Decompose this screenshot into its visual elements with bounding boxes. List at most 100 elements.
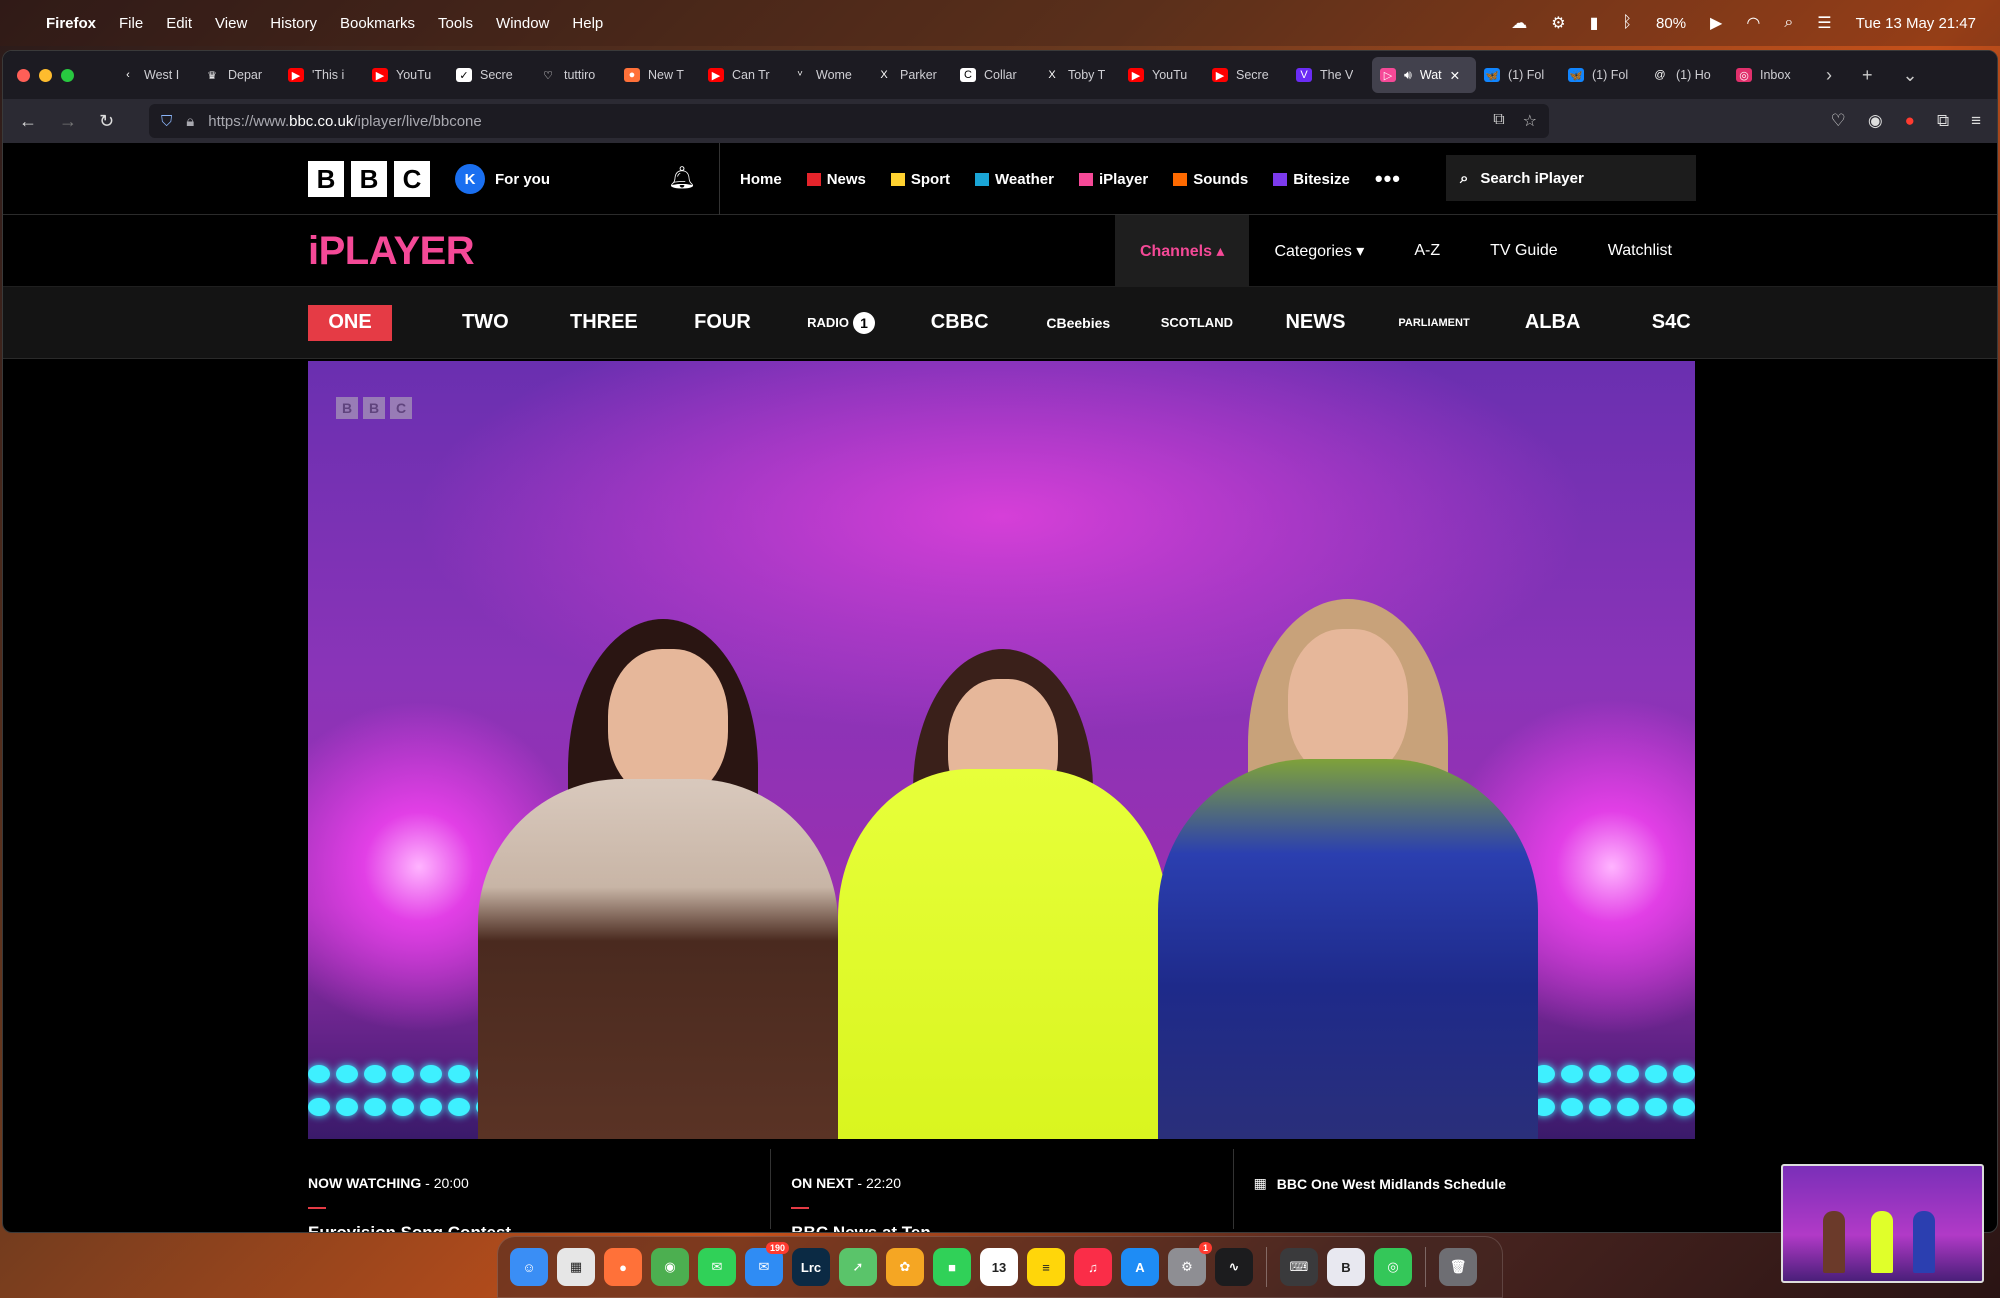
for-you-link[interactable]: K For you xyxy=(455,164,550,194)
menu-tv-guide[interactable]: TV Guide xyxy=(1465,215,1583,287)
browser-tab[interactable]: ✓ Secre xyxy=(448,57,532,93)
battery-percent[interactable]: 80% xyxy=(1656,15,1686,32)
account-icon[interactable]: ◉ xyxy=(1868,111,1883,131)
browser-tab[interactable]: X Toby T xyxy=(1036,57,1120,93)
dock-calendar-icon[interactable]: 13 xyxy=(980,1248,1018,1286)
monitor-icon[interactable]: ▮ xyxy=(1590,13,1599,33)
browser-tab[interactable]: ‹ West I xyxy=(112,57,196,93)
browser-tab[interactable]: ♡ tuttiro xyxy=(532,57,616,93)
menu-channels[interactable]: Channels ▴ xyxy=(1114,215,1250,287)
extensions-icon[interactable]: ⚙ xyxy=(1551,13,1565,33)
back-icon[interactable]: ← xyxy=(19,111,59,132)
dock-lightroom-icon[interactable]: Lrc xyxy=(792,1248,830,1286)
dock-system-settings-icon[interactable]: ⚙ 1 xyxy=(1168,1242,1212,1286)
channel-news[interactable]: NEWS xyxy=(1256,305,1375,341)
forward-icon[interactable]: → xyxy=(59,111,99,132)
channel-parliament[interactable]: PARLIAMENT xyxy=(1375,305,1494,341)
play-icon[interactable]: ▶ xyxy=(1710,13,1722,33)
menu-bookmarks[interactable]: Bookmarks xyxy=(340,15,415,32)
reload-icon[interactable]: ↻ xyxy=(99,111,139,132)
browser-tab[interactable]: @ (1) Ho xyxy=(1644,57,1728,93)
browser-tab[interactable]: ▷ 🔊︎ Wat ✕ xyxy=(1372,57,1476,93)
browser-tab[interactable]: ▶ YouTu xyxy=(1120,57,1204,93)
channel-one[interactable]: ONE xyxy=(308,304,392,341)
close-window-button[interactable] xyxy=(17,68,30,82)
bbc-nav-home[interactable]: Home xyxy=(740,171,782,188)
browser-tab[interactable]: ▶ YouTu xyxy=(364,57,448,93)
iplayer-logo[interactable]: iPLAYER xyxy=(308,229,475,274)
channel-cbbc[interactable]: CBBC xyxy=(900,305,1019,341)
extensions-icon[interactable]: ⧉ xyxy=(1937,111,1949,131)
menu-categories[interactable]: Categories ▾ xyxy=(1249,215,1389,287)
bbc-nav-sounds[interactable]: Sounds xyxy=(1173,171,1248,188)
pocket-icon[interactable]: ♡ xyxy=(1831,111,1846,131)
dock-firefox-icon[interactable]: ● xyxy=(604,1248,642,1286)
zoom-window-button[interactable] xyxy=(61,68,74,82)
menu-edit[interactable]: Edit xyxy=(166,15,192,32)
live-video-player[interactable]: B B C xyxy=(308,361,1695,1139)
picture-in-picture-icon[interactable]: ⧉ xyxy=(1493,111,1504,131)
browser-tab[interactable]: ⱽ Wome xyxy=(784,57,868,93)
browser-tab[interactable]: ◎ Inbox xyxy=(1728,57,1812,93)
url-bar[interactable]: ⛉ 🔒︎ https://www.bbc.co.uk/iplayer/live/… xyxy=(149,104,1549,138)
control-center-icon[interactable]: ☰ xyxy=(1817,13,1831,33)
extension-badge-icon[interactable]: ● xyxy=(1905,111,1915,131)
channel-alba[interactable]: ALBA xyxy=(1493,305,1612,341)
bbc-nav-sport[interactable]: Sport xyxy=(890,171,950,188)
bookmark-star-icon[interactable]: ☆ xyxy=(1523,111,1537,131)
scroll-tabs-right-icon[interactable]: › xyxy=(1826,65,1832,86)
channel-radio-1[interactable]: RADIO 1 xyxy=(782,305,901,341)
menu-window[interactable]: Window xyxy=(496,15,549,32)
menu-watchlist[interactable]: Watchlist xyxy=(1583,215,1697,287)
channel-three[interactable]: THREE xyxy=(545,305,664,341)
bbc-nav-news[interactable]: News xyxy=(806,171,866,188)
browser-tab[interactable]: 🦋 (1) Fol xyxy=(1476,57,1560,93)
url-text[interactable]: https://www.bbc.co.uk/iplayer/live/bbcon… xyxy=(208,113,482,130)
search-iplayer[interactable]: ⌕ Search iPlayer xyxy=(1446,155,1696,201)
dock-photos-icon[interactable]: ✿ xyxy=(886,1248,924,1286)
dock-notes-icon[interactable]: ≡ xyxy=(1027,1248,1065,1286)
wifi-icon[interactable]: ◠ xyxy=(1746,13,1760,33)
browser-tab[interactable]: X Parker xyxy=(868,57,952,93)
channel-scotland[interactable]: SCOTLAND xyxy=(1138,305,1257,341)
browser-tab[interactable]: ▶ Can Tr xyxy=(700,57,784,93)
menu-a-z[interactable]: A-Z xyxy=(1389,215,1465,287)
dock-messages-icon[interactable]: ✉ xyxy=(698,1248,736,1286)
more-menu-icon[interactable]: ••• xyxy=(1375,166,1401,192)
dock-activity-monitor-icon[interactable]: ∿ xyxy=(1215,1248,1253,1286)
browser-tab[interactable]: ● New T xyxy=(616,57,700,93)
menu-file[interactable]: File xyxy=(119,15,143,32)
browser-tab[interactable]: ▶ 'This i xyxy=(280,57,364,93)
menu-app-name[interactable]: Firefox xyxy=(46,15,96,32)
bbc-nav-bitesize[interactable]: Bitesize xyxy=(1273,171,1350,188)
minimize-window-button[interactable] xyxy=(39,68,52,82)
bbc-nav-iplayer[interactable]: iPlayer xyxy=(1078,171,1148,188)
channel-s4c[interactable]: S4C xyxy=(1612,305,1731,341)
browser-tab[interactable]: ♛ Depar xyxy=(196,57,280,93)
bluetooth-icon[interactable]: ᛒ xyxy=(1622,14,1632,32)
spotlight-icon[interactable]: ⌕ xyxy=(1784,14,1793,32)
browser-tab[interactable]: ▶ Secre xyxy=(1204,57,1288,93)
new-tab-icon[interactable]: + xyxy=(1862,65,1873,86)
dock-keyboard-icon[interactable]: ⌨ xyxy=(1280,1248,1318,1286)
dock-maps-icon[interactable]: ➚ xyxy=(839,1248,877,1286)
dock-music-icon[interactable]: ♫ xyxy=(1074,1248,1112,1286)
schedule-link[interactable]: ▦ BBC One West Midlands Schedule xyxy=(1232,1149,1695,1229)
channel-four[interactable]: FOUR xyxy=(663,305,782,341)
dock-facetime-icon[interactable]: ■ xyxy=(933,1248,971,1286)
dock-chrome-icon[interactable]: ◉ xyxy=(651,1248,689,1286)
channel-two[interactable]: TWO xyxy=(426,305,545,341)
bbc-logo[interactable]: B B C xyxy=(308,161,430,197)
channel-cbeebies[interactable]: CBeebies xyxy=(1019,305,1138,341)
lock-icon[interactable]: 🔒︎ xyxy=(186,113,194,130)
close-tab-icon[interactable]: ✕ xyxy=(1450,68,1460,83)
now-watching[interactable]: NOW WATCHING - 20:00 Eurovision Song Con… xyxy=(308,1149,770,1232)
list-tabs-icon[interactable]: ⌄ xyxy=(1903,65,1918,86)
browser-tab[interactable]: V The V xyxy=(1288,57,1372,93)
dock-finder-icon[interactable]: ☺ xyxy=(510,1248,548,1286)
dock-find-my-icon[interactable]: ◎ xyxy=(1374,1248,1412,1286)
dock-trash-icon[interactable]: 🗑 xyxy=(1439,1248,1477,1286)
cloud-icon[interactable]: ☁ xyxy=(1511,13,1527,33)
menu-view[interactable]: View xyxy=(215,15,247,32)
browser-tab[interactable]: 🦋 (1) Fol xyxy=(1560,57,1644,93)
